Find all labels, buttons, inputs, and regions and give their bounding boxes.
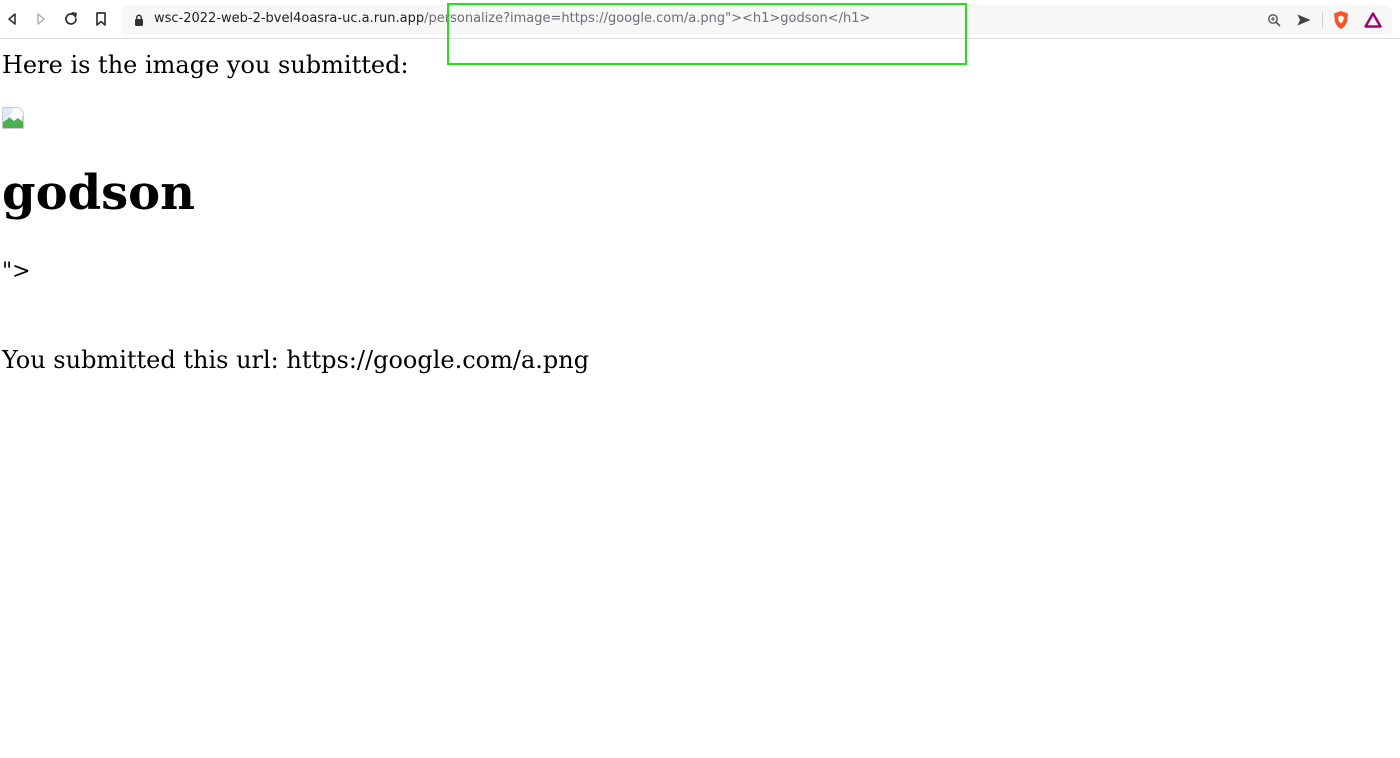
- address-bar[interactable]: wsc-2022-web-2-bvel4oasra-uc.a.run.app/p…: [122, 5, 1392, 34]
- back-arrow-icon: [8, 13, 16, 25]
- brave-shields-icon: [1334, 11, 1348, 29]
- url-path: /personalize?image=https://google.com/a.…: [424, 11, 871, 26]
- forward-arrow-icon: [37, 13, 45, 25]
- intro-text: Here is the image you submitted:: [2, 51, 409, 79]
- zoom-button[interactable]: [1264, 10, 1284, 30]
- brave-rewards-icon: [1364, 12, 1382, 28]
- reload-icon: [65, 12, 77, 25]
- zoom-icon: [1268, 14, 1281, 27]
- brave-shields-button[interactable]: [1331, 10, 1351, 30]
- url-text[interactable]: wsc-2022-web-2-bvel4oasra-uc.a.run.app/p…: [154, 11, 870, 27]
- submitted-url-text: You submitted this url: https://google.c…: [2, 346, 590, 374]
- brave-rewards-button[interactable]: [1363, 10, 1383, 30]
- leftover-markup-text: ">: [2, 259, 31, 284]
- browser-toolbar: wsc-2022-web-2-bvel4oasra-uc.a.run.app/p…: [0, 0, 1400, 39]
- broken-image-icon: [2, 107, 24, 129]
- bookmark-icon: [96, 12, 106, 26]
- url-divider: [1322, 12, 1323, 28]
- forward-button[interactable]: [30, 8, 52, 30]
- injected-heading: godson: [2, 165, 196, 221]
- reload-button[interactable]: [60, 8, 82, 30]
- url-host: wsc-2022-web-2-bvel4oasra-uc.a.run.app: [154, 11, 425, 26]
- share-button[interactable]: [1294, 10, 1314, 30]
- back-button[interactable]: [1, 8, 23, 30]
- bookmark-button[interactable]: [90, 8, 112, 30]
- share-icon: [1297, 14, 1311, 26]
- lock-icon: [135, 14, 143, 26]
